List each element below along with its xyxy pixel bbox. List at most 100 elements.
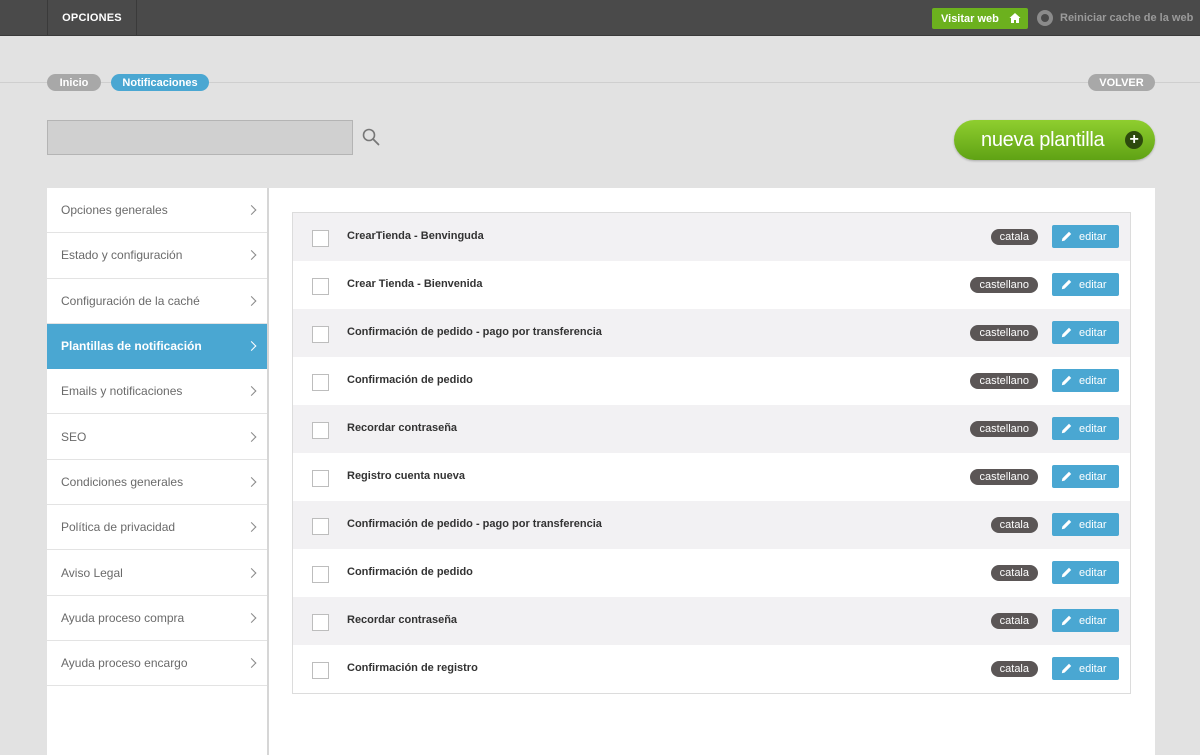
language-badge: castellano — [970, 421, 1038, 437]
chevron-right-icon — [246, 205, 257, 216]
template-title: CrearTienda - Benvinguda — [347, 230, 484, 242]
language-badge: catala — [990, 613, 1038, 629]
table-row: Recordar contraseña castellano editar — [293, 405, 1130, 453]
sidebar-item-label: Emails y notificaciones — [61, 384, 183, 399]
row-checkbox[interactable] — [312, 614, 329, 631]
edit-label: editar — [1079, 230, 1107, 243]
breadcrumb-home[interactable]: Inicio — [47, 74, 101, 91]
edit-button[interactable]: editar — [1052, 369, 1119, 392]
sidebar-item[interactable]: Ayuda proceso encargo — [47, 641, 267, 687]
reset-cache-button[interactable]: Reiniciar cache de la web — [1037, 10, 1193, 26]
edit-label: editar — [1079, 278, 1107, 291]
edit-button[interactable]: editar — [1052, 225, 1119, 248]
sidebar-item[interactable]: Emails y notificaciones — [47, 369, 267, 415]
plus-icon: + — [1125, 131, 1143, 149]
sidebar-item[interactable]: Ayuda proceso compra — [47, 596, 267, 641]
chevron-right-icon — [246, 431, 257, 442]
sidebar-item[interactable]: Plantillas de notificación — [47, 323, 267, 370]
edit-label: editar — [1079, 326, 1107, 339]
edit-button[interactable]: editar — [1052, 609, 1119, 632]
row-checkbox[interactable] — [312, 470, 329, 487]
new-template-button[interactable]: nueva plantilla + — [954, 120, 1155, 160]
row-checkbox[interactable] — [312, 566, 329, 583]
pencil-icon — [1061, 663, 1072, 674]
chevron-right-icon — [246, 295, 257, 306]
visit-web-button[interactable]: Visitar web — [932, 8, 1028, 29]
back-button[interactable]: VOLVER — [1088, 74, 1155, 91]
template-title: Confirmación de pedido - pago por transf… — [347, 518, 602, 530]
row-checkbox[interactable] — [312, 518, 329, 535]
chevron-right-icon — [246, 476, 257, 487]
content-panel: Opciones generales Estado y configuración… — [47, 188, 1155, 755]
edit-button[interactable]: editar — [1052, 321, 1119, 344]
templates-table: CrearTienda - Benvinguda catala editar Crea… — [292, 212, 1131, 694]
chevron-right-icon — [246, 567, 257, 578]
row-checkbox[interactable] — [312, 422, 329, 439]
template-title: Recordar contraseña — [347, 614, 458, 626]
table-row: CrearTienda - Benvinguda catala editar — [293, 213, 1130, 261]
refresh-icon — [1037, 10, 1053, 26]
chevron-right-icon — [246, 612, 257, 623]
table-row: Recordar contraseña catala editar — [293, 597, 1130, 645]
language-badge: castellano — [970, 325, 1038, 341]
pencil-icon — [1061, 423, 1072, 434]
sidebar-item[interactable]: SEO — [47, 414, 267, 460]
sidebar-item[interactable]: Opciones generales — [47, 188, 267, 234]
template-title: Recordar contraseña — [347, 422, 458, 434]
row-checkbox[interactable] — [312, 326, 329, 343]
template-title: Crear Tienda - Bienvenida — [347, 278, 483, 290]
pencil-icon — [1061, 375, 1072, 386]
row-checkbox[interactable] — [312, 230, 329, 247]
edit-button[interactable]: editar — [1052, 561, 1119, 584]
edit-label: editar — [1079, 422, 1107, 435]
edit-label: editar — [1079, 566, 1107, 579]
sidebar-item[interactable]: Aviso Legal — [47, 550, 267, 596]
edit-button[interactable]: editar — [1052, 657, 1119, 680]
language-badge: catala — [990, 517, 1038, 533]
table-row: Confirmación de pedido - pago por transf… — [293, 501, 1130, 549]
table-row: Registro cuenta nueva castellano editar — [293, 453, 1130, 501]
edit-label: editar — [1079, 518, 1107, 531]
chevron-right-icon — [246, 386, 257, 397]
sidebar-item-label: Ayuda proceso compra — [61, 610, 185, 625]
edit-label: editar — [1079, 470, 1107, 483]
opciones-tab[interactable]: OPCIONES — [47, 0, 137, 36]
row-checkbox[interactable] — [312, 374, 329, 391]
settings-sidebar: Opciones generales Estado y configuración… — [47, 188, 269, 755]
visit-web-label: Visitar web — [941, 12, 999, 25]
language-badge: castellano — [970, 373, 1038, 389]
sidebar-item[interactable]: Condiciones generales — [47, 460, 267, 506]
sidebar-item-label: Política de privacidad — [61, 520, 176, 535]
sidebar-item-label: SEO — [61, 429, 87, 444]
table-row: Confirmación de registro catala editar — [293, 645, 1130, 693]
breadcrumb-current[interactable]: Notificaciones — [111, 74, 209, 91]
sidebar-item-label: Ayuda proceso encargo — [61, 656, 188, 671]
sidebar-item[interactable]: Configuración de la caché — [47, 279, 267, 324]
sidebar-item-label: Estado y configuración — [61, 248, 183, 263]
edit-button[interactable]: editar — [1052, 273, 1119, 296]
sidebar-item[interactable]: Estado y configuración — [47, 233, 267, 279]
pencil-icon — [1061, 519, 1072, 530]
template-title: Confirmación de pedido - pago por transf… — [347, 326, 602, 338]
row-checkbox[interactable] — [312, 662, 329, 679]
edit-label: editar — [1079, 662, 1107, 675]
template-title: Confirmación de pedido — [347, 374, 473, 386]
table-row: Confirmación de pedido castellano editar — [293, 357, 1130, 405]
edit-button[interactable]: editar — [1052, 465, 1119, 488]
template-title: Confirmación de pedido — [347, 566, 473, 578]
language-badge: catala — [990, 661, 1038, 677]
reset-cache-label: Reiniciar cache de la web — [1060, 12, 1194, 24]
pencil-icon — [1061, 471, 1072, 482]
edit-button[interactable]: editar — [1052, 417, 1119, 440]
sidebar-item-label: Plantillas de notificación — [61, 339, 202, 354]
row-checkbox[interactable] — [312, 278, 329, 295]
search-icon[interactable] — [362, 128, 380, 146]
sidebar-item[interactable]: Política de privacidad — [47, 505, 267, 551]
search-input[interactable] — [47, 120, 353, 155]
top-bar: OPCIONES Visitar web Reiniciar cache de … — [0, 0, 1200, 36]
pencil-icon — [1061, 231, 1072, 242]
language-badge: catala — [990, 565, 1038, 581]
edit-button[interactable]: editar — [1052, 513, 1119, 536]
language-badge: catala — [990, 229, 1038, 245]
chevron-right-icon — [246, 341, 257, 351]
